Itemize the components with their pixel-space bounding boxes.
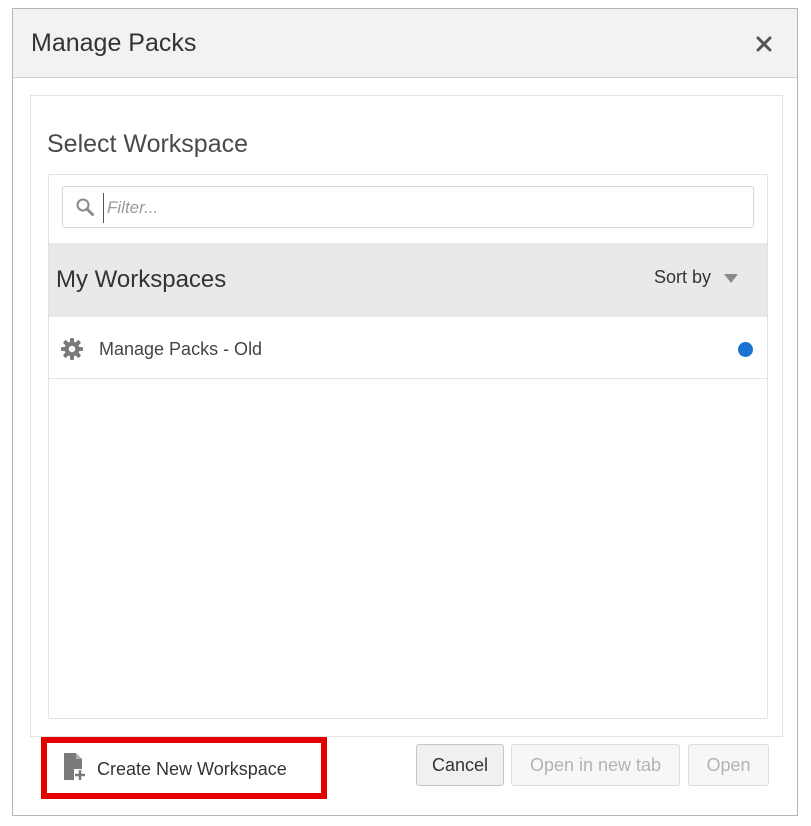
dialog-header: Manage Packs bbox=[13, 9, 797, 78]
filter-input[interactable] bbox=[103, 193, 749, 223]
close-icon bbox=[756, 36, 772, 52]
workspace-list-box: My Workspaces Sort by bbox=[48, 174, 768, 719]
caret-down-icon bbox=[724, 273, 738, 283]
panel-title: Select Workspace bbox=[47, 130, 249, 158]
status-dot bbox=[738, 342, 753, 357]
create-new-workspace-button[interactable]: Create New Workspace bbox=[41, 737, 327, 799]
select-workspace-panel: Select Workspace My Workspaces Sort by bbox=[30, 95, 783, 737]
open-button[interactable]: Open bbox=[688, 744, 769, 786]
create-new-workspace-label: Create New Workspace bbox=[97, 759, 287, 779]
sort-by-dropdown[interactable]: Sort by bbox=[654, 267, 739, 288]
new-document-icon bbox=[64, 753, 86, 781]
dialog-title: Manage Packs bbox=[31, 29, 197, 57]
group-title: My Workspaces bbox=[56, 266, 227, 293]
filter-field bbox=[62, 186, 754, 228]
open-in-new-tab-button[interactable]: Open in new tab bbox=[511, 744, 680, 786]
close-button[interactable] bbox=[751, 31, 777, 57]
workspace-name: Manage Packs - Old bbox=[99, 339, 263, 359]
my-workspaces-header: My Workspaces Sort by bbox=[49, 243, 767, 317]
sort-by-label: Sort by bbox=[653, 267, 711, 287]
workspace-row[interactable]: Manage Packs - Old bbox=[49, 318, 767, 379]
cancel-button[interactable]: Cancel bbox=[416, 744, 504, 786]
search-icon bbox=[76, 198, 94, 216]
manage-packs-dialog: Manage Packs Select Workspace My Workspa… bbox=[12, 8, 798, 816]
gear-icon bbox=[61, 338, 83, 360]
